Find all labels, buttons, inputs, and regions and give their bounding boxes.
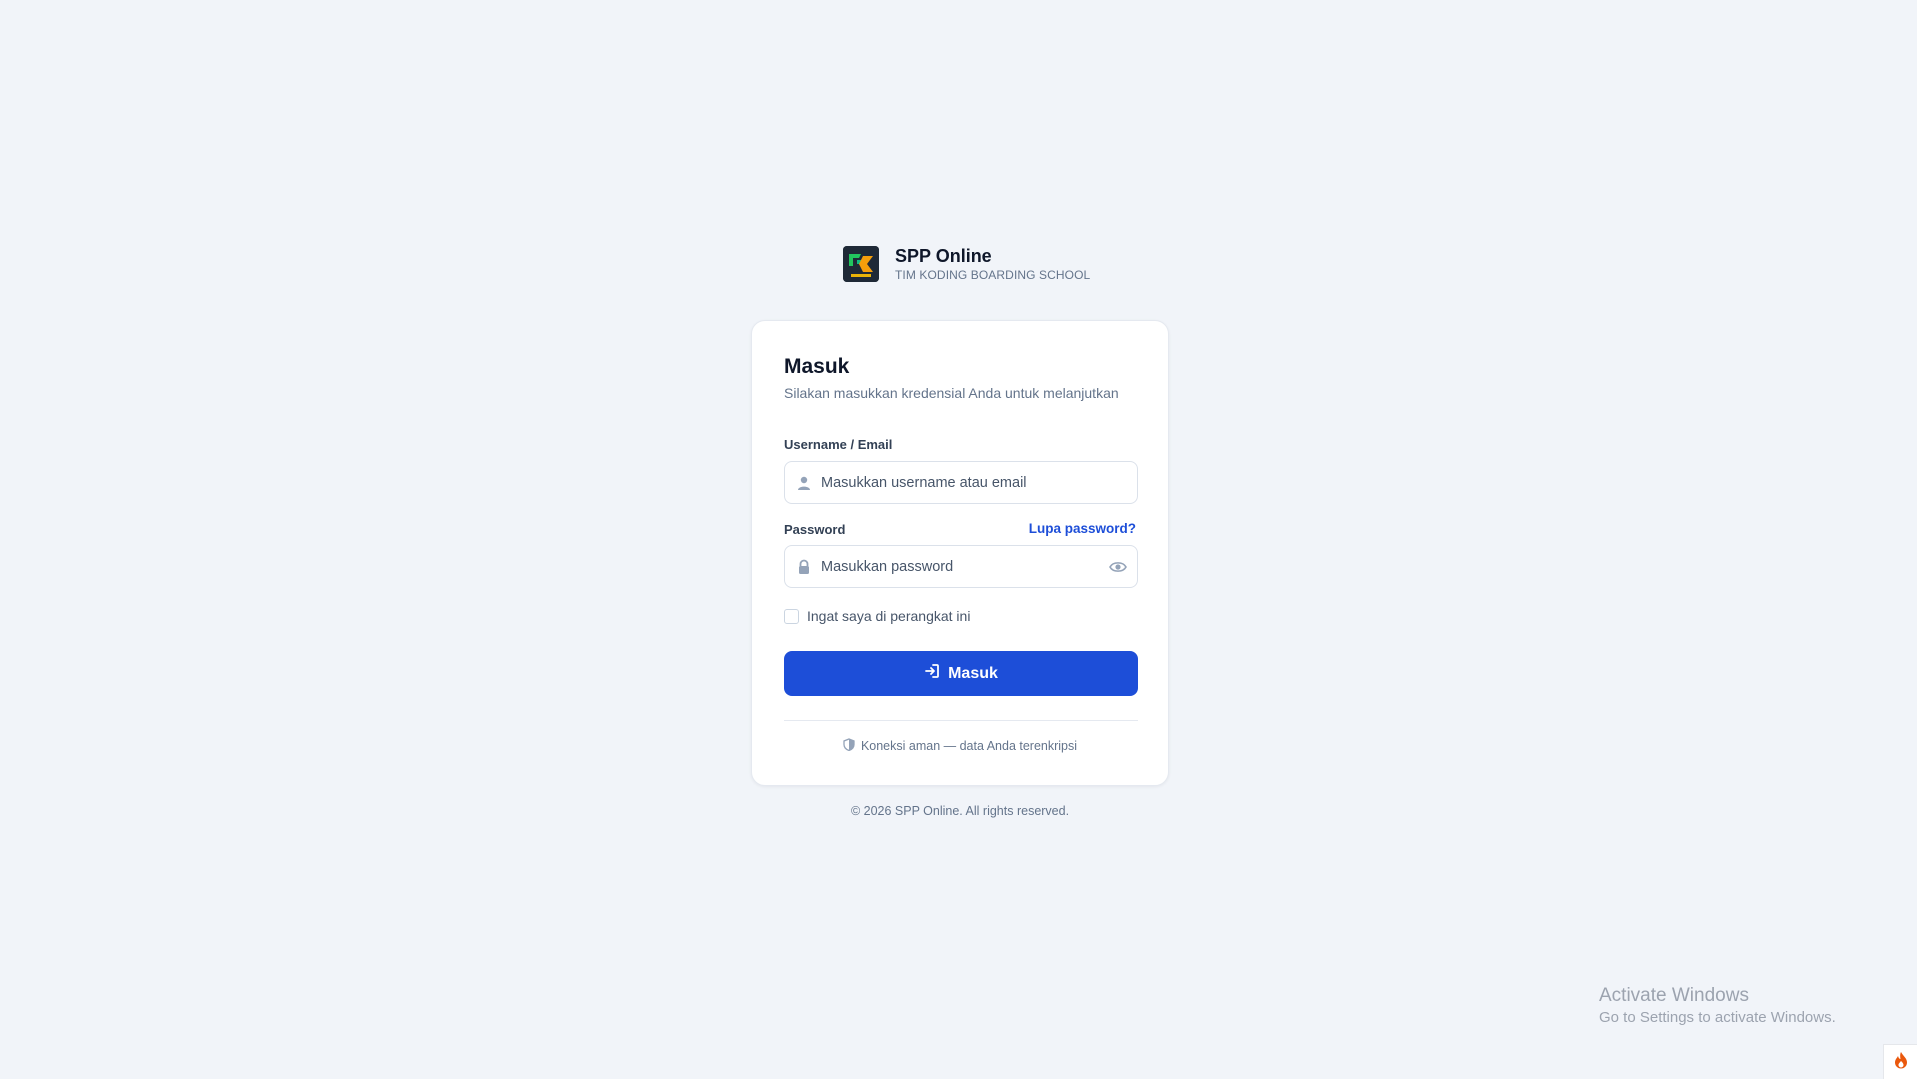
activation-subtitle: Go to Settings to activate Windows. [1599,1009,1836,1026]
activation-title: Activate Windows [1599,985,1749,1006]
flame-widget-button[interactable] [1883,1044,1917,1079]
user-icon [796,475,812,491]
school-name: TIM KODING BOARDING SCHOOL [895,268,1091,282]
brand-header: SPP Online TIM KODING BOARDING SCHOOL [843,245,1090,283]
school-logo-icon [843,246,879,282]
lock-icon [796,559,812,575]
username-input[interactable] [821,462,1091,503]
secure-note: Koneksi aman — data Anda terenkripsi [752,738,1168,754]
forgot-password-link[interactable]: Lupa password? [1029,521,1136,536]
shield-icon [843,738,855,754]
secure-note-text: Koneksi aman — data Anda terenkripsi [860,739,1078,753]
sign-in-icon [924,663,940,684]
remember-label[interactable]: Ingat saya di perangkat ini [807,608,970,624]
flame-icon [1894,1051,1908,1074]
login-button[interactable]: Masuk [784,651,1138,696]
login-title: Masuk [784,355,850,378]
divider [784,720,1138,721]
username-label: Username / Email [784,437,893,452]
username-field [784,461,1138,504]
password-field [784,545,1138,588]
remember-checkbox[interactable] [784,608,799,624]
login-card: Masuk Silakan masukkan kredensial Anda u… [751,320,1169,786]
app-title: SPP Online [895,246,992,266]
password-label: Password [784,522,846,537]
login-subtitle: Silakan masukkan kredensial Anda untuk m… [784,385,1119,401]
copyright: © 2026 SPP Online. All rights reserved. [850,804,1070,818]
login-button-label: Masuk [948,664,998,682]
windows-activation-watermark: Activate Windows Go to Settings to activ… [1599,984,1836,1028]
show-password-eye-icon[interactable] [1109,559,1127,575]
remember-me: Ingat saya di perangkat ini [784,608,970,624]
password-input[interactable] [821,546,1091,587]
